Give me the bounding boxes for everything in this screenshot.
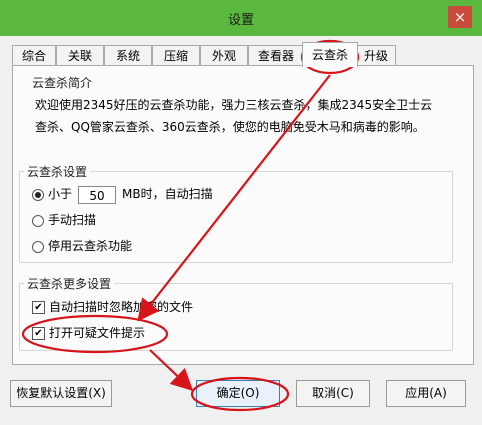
- manual-scan-radio[interactable]: [32, 214, 44, 227]
- intro-text: 欢迎使用2345好压的云查杀功能，强力三核云查杀，集成2345安全卫士云 查杀、…: [35, 94, 453, 138]
- disable-cloud-scan-radio[interactable]: [32, 240, 44, 253]
- show-suspicious-label: 打开可疑文件提示: [49, 326, 146, 340]
- skip-encrypted-checkbox[interactable]: ✔: [32, 301, 45, 314]
- size-option-suffix: MB时，自动扫描: [122, 187, 213, 201]
- tab-association[interactable]: 关联: [56, 45, 104, 66]
- close-button[interactable]: ×: [448, 6, 472, 28]
- scan-settings-title: 云查杀设置: [24, 163, 91, 180]
- tab-cloud-scan[interactable]: 云查杀: [302, 42, 358, 67]
- tab-compression[interactable]: 压缩: [152, 45, 200, 66]
- settings-dialog: 设置 × 综合 关联 系统 压缩 外观 查看器 云查杀 升级 云查杀简介 欢迎使…: [0, 0, 482, 425]
- tab-system[interactable]: 系统: [104, 45, 152, 66]
- intro-line-2: 查杀、QQ管家云查杀、360云查杀，使您的电脑免受木马和病毒的影响。: [35, 120, 425, 134]
- size-limit-input[interactable]: 50: [78, 185, 117, 204]
- window-title: 设置: [227, 13, 254, 28]
- intro-line-1: 欢迎使用2345好压的云查杀功能，强力三核云查杀，集成2345安全卫士云: [35, 98, 433, 112]
- scan-settings-group: 云查杀设置 小于 50 MB时，自动扫描 手动扫描 停用云查杀功能: [19, 163, 453, 263]
- disable-cloud-scan-option[interactable]: 停用云查杀功能: [32, 236, 132, 256]
- manual-scan-label: 手动扫描: [48, 213, 97, 227]
- show-suspicious-option[interactable]: ✔ 打开可疑文件提示: [32, 323, 145, 343]
- manual-scan-option[interactable]: 手动扫描: [32, 210, 96, 230]
- cloud-scan-panel: 云查杀简介 欢迎使用2345好压的云查杀功能，强力三核云查杀，集成2345安全卫…: [12, 65, 474, 365]
- tab-appearance[interactable]: 外观: [200, 45, 248, 66]
- apply-button[interactable]: 应用(A): [386, 380, 466, 407]
- tab-general[interactable]: 综合: [12, 45, 56, 66]
- size-option-radio[interactable]: [32, 188, 44, 201]
- cancel-button[interactable]: 取消(C): [296, 380, 370, 407]
- disable-cloud-scan-label: 停用云查杀功能: [48, 239, 133, 253]
- skip-encrypted-option[interactable]: ✔ 自动扫描时忽略加密的文件: [32, 297, 193, 317]
- restore-defaults-button[interactable]: 恢复默认设置(X): [10, 380, 112, 407]
- tab-bar: 综合 关联 系统 压缩 外观 查看器 云查杀 升级: [12, 42, 472, 67]
- intro-title: 云查杀简介: [29, 74, 96, 91]
- show-suspicious-checkbox[interactable]: ✔: [32, 327, 45, 340]
- size-option-prefix: 小于: [48, 187, 73, 201]
- skip-encrypted-label: 自动扫描时忽略加密的文件: [49, 300, 194, 314]
- more-settings-title: 云查杀更多设置: [24, 275, 115, 292]
- ok-button[interactable]: 确定(O): [196, 380, 280, 407]
- more-settings-group: 云查杀更多设置 ✔ 自动扫描时忽略加密的文件 ✔ 打开可疑文件提示: [19, 275, 453, 351]
- tab-update[interactable]: 升级: [356, 45, 396, 66]
- size-option-row[interactable]: 小于 50 MB时，自动扫描: [32, 184, 213, 204]
- intro-group: 云查杀简介 欢迎使用2345好压的云查杀功能，强力三核云查杀，集成2345安全卫…: [19, 74, 453, 152]
- title-bar: 设置 ×: [0, 0, 482, 36]
- tab-viewer[interactable]: 查看器: [248, 45, 304, 66]
